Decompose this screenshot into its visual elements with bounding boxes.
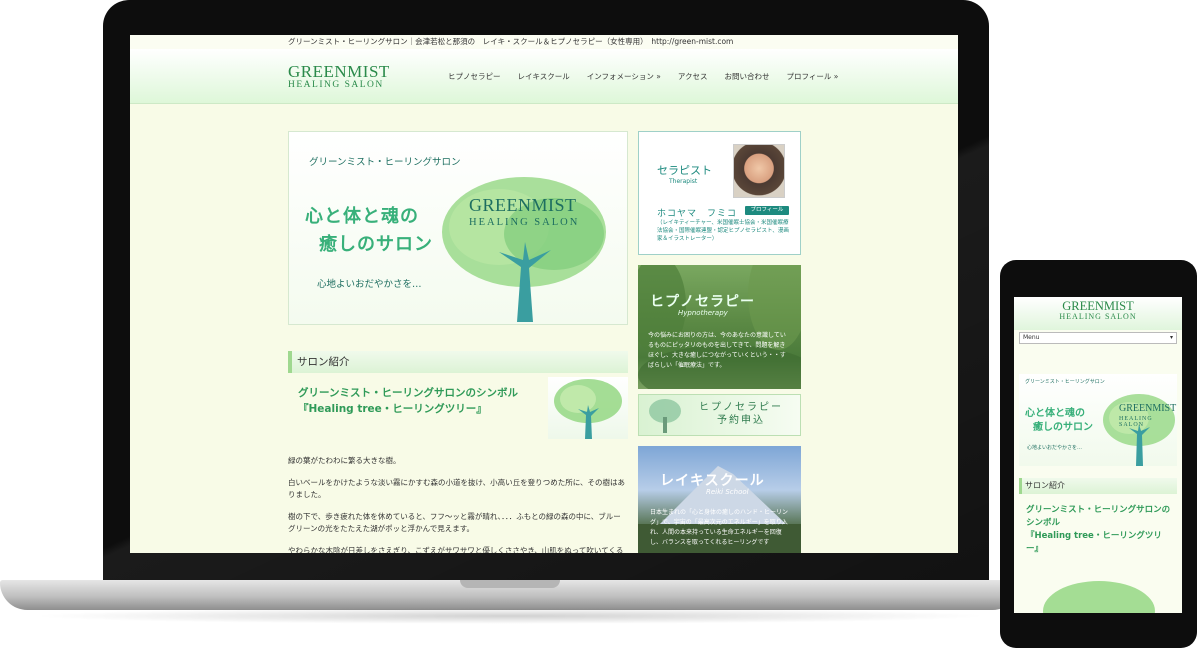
mobile-section-heading: サロン紹介 [1019, 478, 1177, 494]
hero-tagline: 心地よいおだやかさを… [317, 279, 422, 290]
hypnotherapy-banner[interactable]: ヒプノセラピー Hypnotherapy 今の悩みにお困りの方は、今のあなたの意… [638, 265, 801, 389]
intro-tree-image [548, 377, 628, 439]
therapist-photo [733, 144, 785, 198]
hero-logo-line1: GREENMIST [469, 195, 577, 215]
nav-item-hypnotherapy[interactable]: ヒプノセラピー [448, 71, 501, 82]
mobile-hero-logo: GREENMIST HEALING SALON [1119, 403, 1177, 429]
mobile-hero-logo-line2: HEALING SALON [1119, 416, 1153, 428]
mobile-intro-line4: ー』 [1026, 544, 1044, 554]
paragraph: やわらかな木陰が日差しをさえぎり、こずえがサワサワと優しくささやき、山肌をぬって… [288, 546, 624, 553]
laptop-shadow [30, 608, 990, 624]
site-header: GREENMIST HEALING SALON ヒプノセラピー レイキスクール … [130, 49, 958, 104]
therapist-heading-en: Therapist [669, 178, 698, 185]
hero-subtitle: グリーンミスト・ヒーリングサロン [309, 157, 461, 168]
reiki-school-banner[interactable]: レイキスクール Reiki School 日本生まれの「心と身体の癒しのハンド・… [638, 446, 801, 553]
tree-silhouette-icon [649, 399, 681, 433]
intro-block: グリーンミスト・ヒーリングサロンのシンボル 『Healing tree・ヒーリン… [288, 377, 628, 445]
reservation-line2: 予約申込 [717, 415, 765, 426]
nav-item-access[interactable]: アクセス [678, 71, 708, 82]
profile-button[interactable]: プロフィール [745, 206, 789, 215]
sidebar: セラピスト Therapist ホコヤマ フミコ プロフィール （レイキティーチ… [638, 131, 801, 553]
intro-title-line2: 『Healing tree・ヒーリングツリー』 [298, 403, 487, 415]
nav-item-profile[interactable]: プロフィール » [787, 71, 839, 82]
main-content: グリーンミスト・ヒーリングサロン 心と体と魂の 癒しのサロン GREENMIST… [288, 131, 628, 553]
desktop-screen: グリーンミスト・ヒーリングサロン｜会津若松と那須の レイキ・スクール＆ヒプノセラ… [130, 35, 958, 553]
nav-item-information[interactable]: インフォメーション » [587, 71, 661, 82]
mobile-intro-line3: 『Healing tree・ヒーリングツリ [1026, 531, 1162, 541]
mobile-menu-label: Menu [1023, 334, 1040, 341]
mobile-hero-subtitle: グリーンミスト・ヒーリングサロン [1025, 379, 1105, 385]
paragraph: 白いベールをかけたような淡い霧にかすむ森の小道を抜け、小高い丘を登りつめた所に、… [288, 478, 625, 499]
hero-catch-line1: 心と体と魂の [305, 206, 419, 227]
mobile-intro-line2: シンボル [1026, 518, 1061, 528]
mobile-screen: GREENMIST HEALING SALON Menu ▾ グリーンミスト・ヒ… [1014, 297, 1182, 613]
mobile-intro-title: グリーンミスト・ヒーリングサロンの シンボル 『Healing tree・ヒーリ… [1026, 504, 1172, 556]
mobile-menu-select[interactable]: Menu ▾ [1019, 332, 1177, 344]
reiki-title: レイキスクール [660, 473, 765, 489]
hero-logo-line2: HEALING SALON [469, 217, 580, 228]
hero-banner: グリーンミスト・ヒーリングサロン 心と体と魂の 癒しのサロン GREENMIST… [288, 131, 628, 325]
mobile-catch-line2: 癒しのサロン [1033, 422, 1093, 433]
hypnotherapy-subtitle: Hypnotherapy [678, 309, 728, 317]
chevron-down-icon: ▾ [1169, 334, 1173, 341]
mobile-logo-line2: HEALING SALON [1059, 311, 1137, 321]
site-topline: グリーンミスト・ヒーリングサロン｜会津若松と那須の レイキ・スクール＆ヒプノセラ… [130, 35, 958, 49]
reiki-subtitle: Reiki School [706, 488, 749, 496]
mobile-tree-image [1043, 581, 1155, 613]
mobile-tagline: 心地よいおだやかさを… [1027, 445, 1083, 451]
paragraph: 樹の下で、歩き疲れた体を休めていると、フフ〜ッと霧が晴れ、．．．ふもとの緑の森の… [288, 512, 621, 533]
reservation-line1: ヒプノセラピー [699, 402, 783, 413]
nav-item-contact[interactable]: お問い合わせ [725, 71, 770, 82]
section-heading: サロン紹介 [288, 351, 628, 373]
laptop-notch [460, 580, 560, 588]
reiki-description: 日本生まれの「心と身体の癒しのハンド・ヒーリング」で、宇宙の「最高次元のエネルギ… [650, 509, 789, 546]
mobile-logo-line1: GREENMIST [1062, 299, 1134, 313]
mobile-header: GREENMIST HEALING SALON [1014, 297, 1182, 330]
reservation-text: ヒプノセラピー 予約申込 [699, 401, 783, 427]
mobile-intro-line1: グリーンミスト・ヒーリングサロンの [1026, 505, 1171, 515]
intro-title-line1: グリーンミスト・ヒーリングサロンのシンボル [298, 387, 518, 399]
hero-logo: GREENMIST HEALING SALON [469, 196, 579, 229]
paragraph: 緑の葉がたわわに繁る大きな樹。 [288, 456, 401, 465]
mobile-logo[interactable]: GREENMIST HEALING SALON [1014, 300, 1182, 321]
therapist-name: ホコヤマ フミコ [657, 209, 738, 219]
hypnotherapy-title: ヒプノセラピー [650, 294, 755, 310]
tree-icon [554, 379, 622, 439]
hero-catch-line2: 癒しのサロン [319, 234, 433, 255]
healing-tree-illustration [1103, 394, 1175, 466]
hypnotherapy-description: 今の悩みにお困りの方は、今のあなたの意識しているものにピッタリのものを出してきて… [648, 332, 786, 369]
site-logo[interactable]: GREENMIST HEALING SALON [288, 63, 390, 91]
intro-title: グリーンミスト・ヒーリングサロンのシンボル 『Healing tree・ヒーリン… [298, 385, 518, 417]
hypnotherapy-reservation-banner[interactable]: ヒプノセラピー 予約申込 [638, 394, 801, 436]
mobile-hero-logo-line1: GREENMIST [1119, 403, 1177, 414]
therapist-profile-card[interactable]: セラピスト Therapist ホコヤマ フミコ プロフィール （レイキティーチ… [638, 131, 801, 255]
logo-line1: GREENMIST [288, 62, 390, 81]
mobile-catch-line1: 心と体と魂の [1025, 408, 1085, 419]
main-nav: ヒプノセラピー レイキスクール インフォメーション » アクセス お問い合わせ … [448, 71, 838, 82]
therapist-heading: セラピスト [657, 164, 712, 177]
logo-line2: HEALING SALON [288, 80, 384, 90]
nav-item-reiki-school[interactable]: レイキスクール [518, 71, 570, 82]
therapist-description: （レイキティーチャー、米国催眠士協会・米国催眠療法協会・国際催眠連盟・認定ヒプノ… [657, 220, 789, 242]
mobile-hero-banner: グリーンミスト・ヒーリングサロン 心と体と魂の 癒しのサロン GREENMIST… [1019, 374, 1177, 466]
